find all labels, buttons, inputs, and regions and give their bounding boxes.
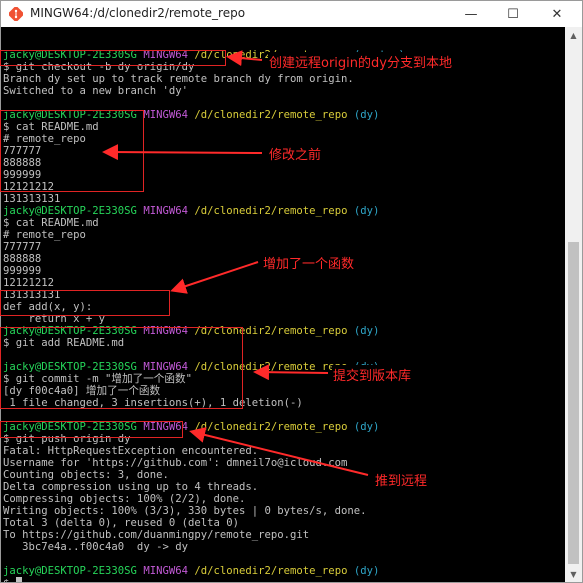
terminal-line: 888888	[3, 253, 41, 265]
git-bash-icon	[9, 7, 23, 21]
terminal-line: 12121212	[3, 277, 54, 289]
text-cursor	[15, 577, 22, 582]
prompt-branch: (dy)	[353, 565, 380, 577]
terminal-text: 888888	[3, 253, 42, 265]
terminal-line: jacky@DESKTOP-2E330SG MINGW64 /d/clonedi…	[3, 205, 379, 217]
terminal-text: 131313131	[3, 193, 61, 205]
prompt-branch: (dy)	[353, 109, 380, 121]
prompt-path: /d/clonedir2/remote_repo	[194, 421, 348, 433]
terminal-text: 12121212	[3, 277, 55, 289]
terminal-text: # remote_repo	[3, 229, 86, 241]
before-note: 修改之前	[268, 144, 323, 163]
terminal-line: 999999	[3, 265, 41, 277]
readme-before-box	[0, 110, 144, 192]
terminal-text: Username for 'https://github.com': dmnei…	[3, 457, 348, 469]
checkout-note: 创建远程origin的dy分支到本地	[268, 52, 453, 71]
terminal-line: # remote_repo	[3, 229, 86, 241]
prompt-branch: (dy)	[353, 421, 380, 433]
terminal-line: 131313131	[3, 193, 60, 205]
prompt-path: /d/clonedir2/remote_repo	[194, 205, 348, 217]
vertical-scrollbar[interactable]: ▲ ▼	[565, 27, 582, 582]
maximize-button[interactable]: ☐	[498, 4, 528, 24]
commit-highlight-box	[0, 327, 243, 409]
terminal-text: Switched to a new branch 'dy'	[3, 85, 188, 97]
terminal-line: Branch dy set up to track remote branch …	[3, 73, 354, 85]
prompt-user: jacky@DESKTOP-2E330SG	[3, 205, 137, 217]
terminal-line: 3bc7e4a..f00c4a0 dy -> dy	[3, 541, 188, 553]
terminal-text: 777777	[3, 241, 42, 253]
terminal-line: Compressing objects: 100% (2/2), done.	[3, 493, 245, 505]
terminal-text: $ cat README.md	[3, 217, 99, 229]
title-bar[interactable]: MINGW64:/d/clonedir2/remote_repo — ☐ ✕	[1, 1, 582, 27]
added-function-note: 增加了一个函数	[262, 253, 356, 272]
checkout-highlight-box	[0, 50, 226, 66]
terminal-line: Username for 'https://github.com': dmnei…	[3, 457, 347, 469]
commit-note: 提交到版本库	[332, 365, 413, 384]
prompt-branch: (dy)	[353, 325, 380, 337]
scroll-down-arrow-icon[interactable]: ▼	[565, 566, 582, 582]
push-note: 推到远程	[374, 470, 429, 489]
prompt-host: MINGW64	[143, 565, 188, 577]
terminal-line: Counting objects: 3, done.	[3, 469, 169, 481]
terminal-text: 999999	[3, 265, 42, 277]
prompt-path: /d/clonedir2/remote_repo	[194, 109, 348, 121]
terminal-text: Writing objects: 100% (3/3), 330 bytes |…	[3, 505, 367, 517]
terminal-line: Total 3 (delta 0), reused 0 (delta 0)	[3, 517, 239, 529]
prompt-branch: (dy)	[353, 205, 380, 217]
function-added-box	[0, 290, 170, 316]
minimize-button[interactable]: —	[456, 4, 486, 24]
terminal-line: jacky@DESKTOP-2E330SG MINGW64 /d/clonedi…	[3, 565, 379, 577]
prompt-path: /d/clonedir2/remote_repo	[194, 565, 348, 577]
terminal-text: Branch dy set up to track remote branch …	[3, 73, 354, 85]
terminal-text: Delta compression using up to 4 threads.	[3, 481, 259, 493]
terminal-line: $ cat README.md	[3, 217, 99, 229]
terminal-line: Switched to a new branch 'dy'	[3, 85, 188, 97]
close-button[interactable]: ✕	[542, 4, 572, 24]
prompt-host: MINGW64	[143, 109, 188, 121]
terminal-line: Writing objects: 100% (3/3), 330 bytes |…	[3, 505, 367, 517]
terminal-text: Compressing objects: 100% (2/2), done.	[3, 493, 246, 505]
terminal-text: 3bc7e4a..f00c4a0 dy -> dy	[3, 541, 188, 553]
terminal-text: Fatal: HttpRequestException encountered.	[3, 445, 259, 457]
terminal-line: To https://github.com/duanmingpy/remote_…	[3, 529, 309, 541]
scrollbar-thumb[interactable]	[568, 242, 579, 564]
terminal-line: Fatal: HttpRequestException encountered.	[3, 445, 258, 457]
terminal-text: To https://github.com/duanmingpy/remote_…	[3, 529, 310, 541]
terminal-line: 777777	[3, 241, 41, 253]
terminal-text: Total 3 (delta 0), reused 0 (delta 0)	[3, 517, 239, 529]
terminal-text: $	[3, 578, 16, 582]
scroll-up-arrow-icon[interactable]: ▲	[565, 27, 582, 44]
terminal-text: Counting objects: 3, done.	[3, 469, 169, 481]
window-title: MINGW64:/d/clonedir2/remote_repo	[30, 6, 246, 20]
prompt-host: MINGW64	[143, 205, 188, 217]
terminal-line: Delta compression using up to 4 threads.	[3, 481, 258, 493]
push-highlight-box	[0, 421, 183, 438]
prompt-user: jacky@DESKTOP-2E330SG	[3, 565, 137, 577]
terminal-line: $	[3, 577, 22, 582]
